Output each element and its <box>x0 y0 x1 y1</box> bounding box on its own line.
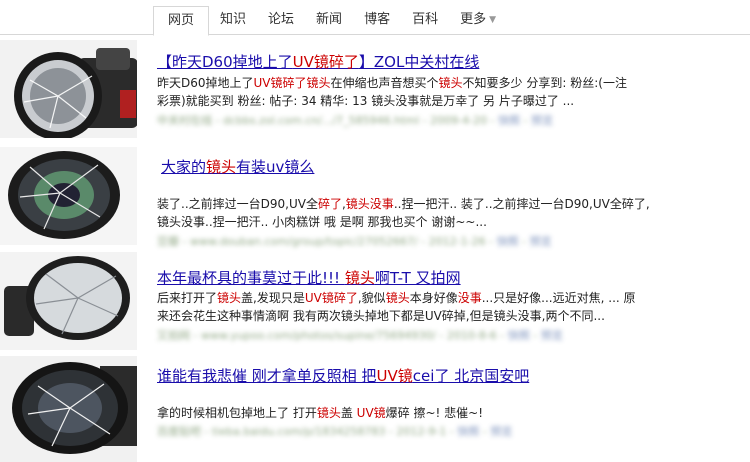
smashed-lens-image <box>0 356 137 462</box>
highlighted-term: 镜头 <box>438 76 463 90</box>
highlighted-term: 镜头 <box>206 158 237 176</box>
cracked-lens-image <box>0 147 137 245</box>
result-thumbnail[interactable] <box>0 252 137 350</box>
tab-web[interactable]: 网页 <box>153 6 210 36</box>
tab-news[interactable]: 新闻 <box>305 6 353 34</box>
snippet-text: 后来打开了 <box>157 291 218 305</box>
result-url-text: 豆瓣 - www.douban.com/group/topic/27052667… <box>157 235 486 248</box>
snippet-text: 昨天D60掉地上了 <box>157 76 254 90</box>
title-text: 啊T-T 又拍网 <box>374 269 461 287</box>
chevron-down-icon: ▼ <box>489 15 497 25</box>
title-text: 大家的 <box>161 158 207 176</box>
cache-link[interactable]: 快照 <box>497 235 519 248</box>
highlighted-term: 镜头 <box>316 406 341 420</box>
snippet-text: 拿的时候相机包掉地上了 打开 <box>157 406 317 420</box>
snippet-line: 镜头没事..捏一把汗.. 小肉糕饼 哦 是啊 那我也买个 谢谢~~... <box>157 213 697 231</box>
highlighted-term: UV镜碎了 <box>292 53 359 71</box>
result-url-text: 中关村在线 - dcbbs.zol.com.cn/.../7_585946.ht… <box>157 114 488 127</box>
snippet-text: 盖,发现只是 <box>241 291 305 305</box>
cache-link[interactable]: 快照 <box>508 329 530 342</box>
result-url-text: 百度贴吧 - tieba.baidu.com/p/1834258783 - 20… <box>157 425 447 438</box>
snippet-text: 爆碎 擦~! 悲催~! <box>385 406 484 420</box>
highlighted-term: UV镜碎了 <box>304 291 358 305</box>
result-url-text: 又拍网 - www.yupoo.com/photos/supine/756949… <box>157 329 497 342</box>
search-result: 【昨天D60掉地上了UV镜碎了】ZOL中关村在线 昨天D60掉地上了UV镜碎了镜… <box>0 38 750 143</box>
snippet-text: ,貌似 <box>357 291 386 305</box>
snippet-text: 盖 <box>340 406 357 420</box>
nav-tabs: 网页 知识 论坛 新闻 博客 百科 更多 ▼ <box>153 6 507 36</box>
snippet-line: 彩票)就能买到 粉丝: 帖子: 34 精华: 13 镜头没事就是万幸了 另 片子… <box>157 92 697 110</box>
snippet-line: 拿的时候相机包掉地上了 打开镜头盖 UV镜爆碎 擦~! 悲催~! <box>157 404 697 422</box>
result-thumbnail[interactable] <box>0 356 137 462</box>
search-vertical-nav: 网页 知识 论坛 新闻 博客 百科 更多 ▼ <box>0 0 750 36</box>
snippet-text: 装了..之前摔过一台D90,UV全 <box>157 197 318 211</box>
result-title-link[interactable]: 【昨天D60掉地上了UV镜碎了】ZOL中关村在线 <box>157 53 479 71</box>
result-snippet: 拿的时候相机包掉地上了 打开镜头盖 UV镜爆碎 擦~! 悲催~! <box>157 404 697 422</box>
result-thumbnail[interactable] <box>0 40 137 138</box>
title-text: 【昨天D60掉地上了 <box>157 53 293 71</box>
highlighted-term: UV镜 <box>356 406 386 420</box>
result-title-link[interactable]: 本年最杯具的事莫过于此!!! 镜头啊T-T 又拍网 <box>157 269 461 287</box>
result-thumbnail[interactable] <box>0 147 137 245</box>
snippet-text: ...只是好像...远近对焦, ... 原 <box>481 291 636 305</box>
snippet-line: 来还会花生这种事情滴啊 我有两次镜头掉地下都是UV碎掉,但是镜头没事,两个不同.… <box>157 307 697 325</box>
highlighted-term: 镜头 <box>217 291 242 305</box>
snippet-text: 镜头没事..捏一把汗.. 小肉糕饼 哦 是啊 那我也买个 谢谢~~... <box>157 215 487 229</box>
snippet-line: 装了..之前摔过一台D90,UV全碎了,镜头没事..捏一把汗.. 装了..之前摔… <box>157 195 697 213</box>
highlighted-term: UV镜碎了镜头 <box>253 76 331 90</box>
result-snippet: 装了..之前摔过一台D90,UV全碎了,镜头没事..捏一把汗.. 装了..之前摔… <box>157 195 697 231</box>
snippet-text: 来还会花生这种事情滴啊 我有两次镜头掉地下都是UV碎掉,但是镜头没事,两个不同.… <box>157 309 605 323</box>
preview-link[interactable]: 预览 <box>490 425 512 438</box>
highlighted-term: UV镜 <box>376 367 413 385</box>
search-result: 本年最杯具的事莫过于此!!! 镜头啊T-T 又拍网 后来打开了镜头盖,发现只是U… <box>0 248 750 356</box>
cache-link[interactable]: 快照 <box>498 114 520 127</box>
tab-forum[interactable]: 论坛 <box>257 6 305 34</box>
search-result: 大家的镜头有装uv镜么 装了..之前摔过一台D90,UV全碎了,镜头没事..捏一… <box>0 143 750 248</box>
highlighted-term: 碎了 <box>317 197 342 211</box>
tab-knowledge[interactable]: 知识 <box>209 6 257 34</box>
title-text: 有装uv镜么 <box>236 158 315 176</box>
highlighted-term: 镜头没事 <box>345 197 394 211</box>
tab-more[interactable]: 更多 ▼ <box>449 6 507 34</box>
result-url[interactable]: 豆瓣 - www.douban.com/group/topic/27052667… <box>157 233 552 249</box>
broken-filter-camera-image <box>0 40 137 138</box>
result-snippet: 昨天D60掉地上了UV镜碎了镜头在伸缩也声音想买个镜头不知要多少 分享到: 粉丝… <box>157 74 697 110</box>
title-text: 】ZOL中关村在线 <box>358 53 480 71</box>
preview-link[interactable]: 预览 <box>541 329 563 342</box>
snippet-text: 在伸缩也声音想买个 <box>330 76 439 90</box>
tab-encyclopedia[interactable]: 百科 <box>401 6 449 34</box>
tab-more-label: 更多 <box>460 12 487 27</box>
title-text: cei了 北京国安吧 <box>412 367 530 385</box>
result-title-link[interactable]: 谁能有我悲催 刚才拿单反照相 把UV镜cei了 北京国安吧 <box>157 367 529 385</box>
snippet-text: 彩票)就能买到 粉丝: 帖子: 34 精华: 13 镜头没事就是万幸了 另 片子… <box>157 94 575 108</box>
preview-link[interactable]: 预览 <box>531 114 553 127</box>
preview-link[interactable]: 预览 <box>530 235 552 248</box>
cache-link[interactable]: 快照 <box>457 425 479 438</box>
highlighted-term: 没事 <box>457 291 482 305</box>
result-url[interactable]: 又拍网 - www.yupoo.com/photos/supine/756949… <box>157 327 563 343</box>
result-url[interactable]: 百度贴吧 - tieba.baidu.com/p/1834258783 - 20… <box>157 423 512 439</box>
result-snippet: 后来打开了镜头盖,发现只是UV镜碎了,貌似镜头本身好像没事...只是好像...远… <box>157 289 697 325</box>
snippet-text: 不知要多少 分享到: 粉丝:(一注 <box>462 76 627 90</box>
title-text: 谁能有我悲催 刚才拿单反照相 把 <box>157 367 377 385</box>
snippet-line: 后来打开了镜头盖,发现只是UV镜碎了,貌似镜头本身好像没事...只是好像...远… <box>157 289 697 307</box>
shattered-filter-image <box>0 252 137 350</box>
tab-blog[interactable]: 博客 <box>353 6 401 34</box>
snippet-text: 本身好像 <box>409 291 458 305</box>
snippet-line: 昨天D60掉地上了UV镜碎了镜头在伸缩也声音想买个镜头不知要多少 分享到: 粉丝… <box>157 74 697 92</box>
highlighted-term: 镜头 <box>344 269 375 287</box>
snippet-text: ..捏一把汗.. 装了..之前摔过一台D90,UV全碎了, <box>393 197 650 211</box>
result-title-link[interactable]: 大家的镜头有装uv镜么 <box>161 158 314 176</box>
title-text: 本年最杯具的事莫过于此!!! <box>157 269 345 287</box>
result-url[interactable]: 中关村在线 - dcbbs.zol.com.cn/.../7_585946.ht… <box>157 112 553 128</box>
search-result: 谁能有我悲催 刚才拿单反照相 把UV镜cei了 北京国安吧 拿的时候相机包掉地上… <box>0 356 750 462</box>
highlighted-term: 镜头 <box>385 291 410 305</box>
